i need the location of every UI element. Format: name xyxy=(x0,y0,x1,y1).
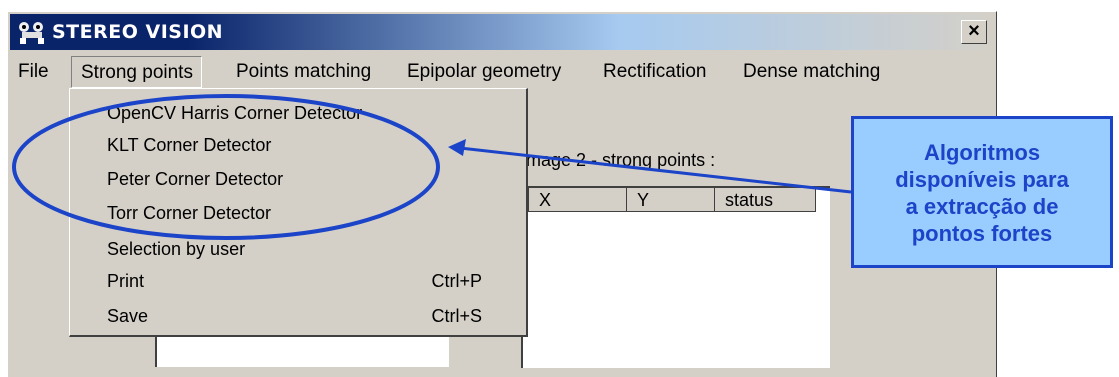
annotation-callout: Algoritmos disponíveis para a extracção … xyxy=(851,116,1113,268)
annotation-arrow-line xyxy=(459,146,852,194)
callout-line: a extracção de xyxy=(905,194,1059,219)
callout-line: pontos fortes xyxy=(911,221,1053,246)
annotation-arrow-head xyxy=(448,139,466,156)
highlight-ellipse xyxy=(12,94,440,240)
callout-line: disponíveis para xyxy=(895,167,1069,192)
callout-line: Algoritmos xyxy=(923,140,1041,165)
